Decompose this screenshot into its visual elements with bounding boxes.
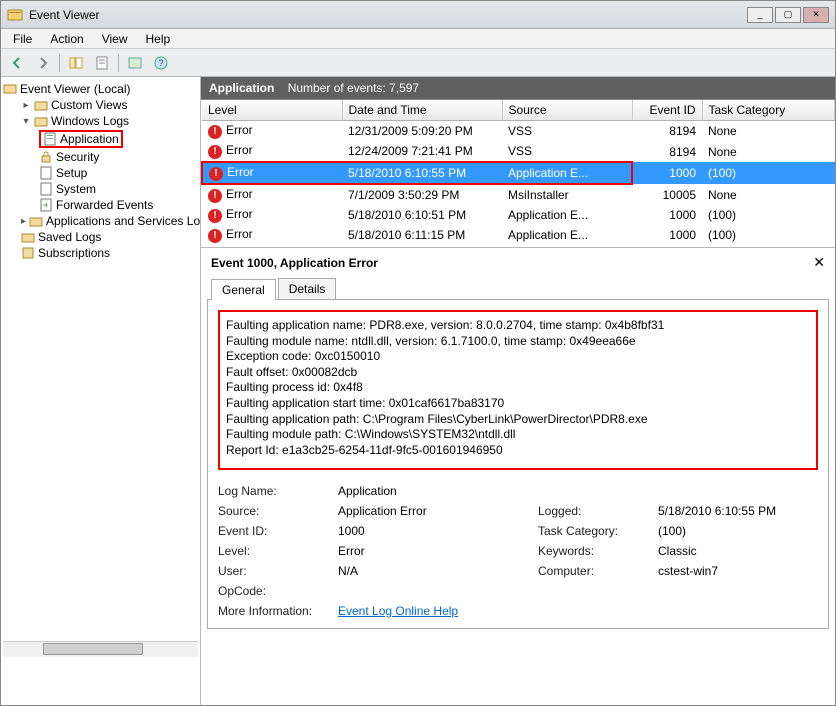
titlebar[interactable]: Event Viewer _ ▢ ✕ [1, 1, 835, 29]
lbl-opcode: OpCode: [218, 584, 338, 598]
lbl-logged: Logged: [538, 504, 658, 518]
tree-security[interactable]: Security [3, 149, 198, 165]
table-row[interactable]: !Error12/31/2009 5:09:20 PMVSS8194None [202, 121, 835, 142]
collapse-icon[interactable]: ▸ [21, 216, 26, 227]
val-task-cat: (100) [658, 524, 835, 538]
col-date[interactable]: Date and Time [342, 100, 502, 121]
tab-general[interactable]: General [211, 279, 276, 300]
forward-button[interactable] [31, 52, 55, 74]
val-event-id: 1000 [338, 524, 538, 538]
table-row[interactable]: !Error5/18/2010 6:10:55 PMApplication E.… [202, 162, 835, 184]
detail-heading: Event 1000, Application Error [207, 254, 829, 278]
lbl-level: Level: [218, 544, 338, 558]
table-row[interactable]: !Error5/18/2010 6:10:51 PMApplication E.… [202, 205, 835, 225]
col-task[interactable]: Task Category [702, 100, 835, 121]
tree-application[interactable]: Application [3, 129, 198, 149]
lbl-more-info: More Information: [218, 604, 338, 618]
detail-pane: ✕ Event 1000, Application Error General … [201, 248, 835, 705]
table-row[interactable]: !Error5/18/2010 6:11:15 PMApplication E.… [202, 225, 835, 245]
col-level[interactable]: Level [202, 100, 342, 121]
tree-saved-logs[interactable]: Saved Logs [3, 229, 198, 245]
menu-file[interactable]: File [5, 30, 40, 48]
lbl-source: Source: [218, 504, 338, 518]
lbl-event-id: Event ID: [218, 524, 338, 538]
tree-system[interactable]: System [3, 181, 198, 197]
val-user: N/A [338, 564, 538, 578]
val-keywords: Classic [658, 544, 835, 558]
tab-details[interactable]: Details [278, 278, 337, 299]
minimize-button[interactable]: _ [747, 7, 773, 23]
error-icon: ! [208, 145, 222, 159]
tree-custom-views[interactable]: ▸Custom Views [3, 97, 198, 113]
app-icon [7, 7, 23, 23]
error-icon: ! [208, 229, 222, 243]
tree-apps-services[interactable]: ▸Applications and Services Logs [3, 213, 198, 229]
error-icon: ! [208, 125, 222, 139]
content-header: Application Number of events: 7,597 [201, 77, 835, 100]
col-event-id[interactable]: Event ID [632, 100, 702, 121]
tree-pane[interactable]: Event Viewer (Local) ▸Custom Views ▾Wind… [1, 77, 201, 705]
error-icon: ! [208, 209, 222, 223]
col-source[interactable]: Source [502, 100, 632, 121]
maximize-button[interactable]: ▢ [775, 7, 801, 23]
toolbar: ? [1, 49, 835, 77]
help-button[interactable]: ? [149, 52, 173, 74]
back-button[interactable] [5, 52, 29, 74]
table-row[interactable]: !Error7/1/2009 3:50:29 PMMsiInstaller100… [202, 184, 835, 205]
error-icon: ! [208, 189, 222, 203]
menu-action[interactable]: Action [42, 30, 91, 48]
val-level: Error [338, 544, 538, 558]
header-name: Application [209, 81, 274, 95]
lbl-computer: Computer: [538, 564, 658, 578]
val-logged: 5/18/2010 6:10:55 PM [658, 504, 835, 518]
val-computer: cstest-win7 [658, 564, 835, 578]
lbl-user: User: [218, 564, 338, 578]
refresh-button[interactable] [123, 52, 147, 74]
tree-windows-logs[interactable]: ▾Windows Logs [3, 113, 198, 129]
lbl-log-name: Log Name: [218, 484, 338, 498]
expand-icon[interactable]: ▾ [21, 116, 31, 127]
header-count: 7,597 [389, 81, 419, 95]
val-source: Application Error [338, 504, 538, 518]
tree-setup[interactable]: Setup [3, 165, 198, 181]
tree-subscriptions[interactable]: Subscriptions [3, 245, 198, 261]
close-button[interactable]: ✕ [803, 7, 829, 23]
lbl-keywords: Keywords: [538, 544, 658, 558]
detail-description: Faulting application name: PDR8.exe, ver… [218, 310, 818, 470]
tree-forwarded[interactable]: Forwarded Events [3, 197, 198, 213]
menubar: File Action View Help [1, 29, 835, 49]
show-hide-button[interactable] [64, 52, 88, 74]
val-log-name: Application [338, 484, 538, 498]
menu-help[interactable]: Help [138, 30, 179, 48]
lbl-task-cat: Task Category: [538, 524, 658, 538]
close-detail-icon[interactable]: ✕ [813, 254, 825, 271]
link-online-help[interactable]: Event Log Online Help [338, 604, 458, 618]
error-icon: ! [209, 167, 223, 181]
collapse-icon[interactable]: ▸ [21, 100, 31, 111]
event-list[interactable]: Level Date and Time Source Event ID Task… [201, 100, 835, 248]
svg-text:?: ? [158, 58, 163, 68]
table-row[interactable]: !Error12/24/2009 7:21:41 PMVSS8194None [202, 141, 835, 162]
tree-h-scrollbar[interactable] [3, 641, 198, 657]
window-title: Event Viewer [29, 8, 747, 22]
properties-button[interactable] [90, 52, 114, 74]
menu-view[interactable]: View [94, 30, 136, 48]
tree-root[interactable]: Event Viewer (Local) [3, 81, 198, 97]
header-count-label: Number of events: [288, 81, 386, 95]
